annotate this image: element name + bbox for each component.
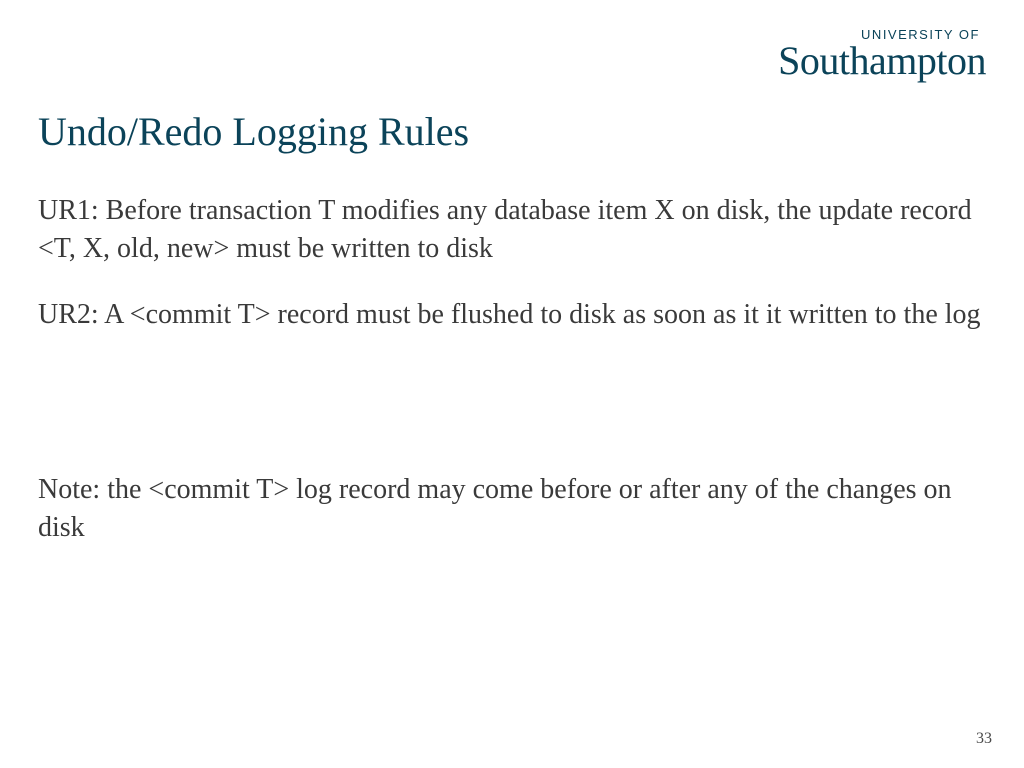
rule-ur1: UR1: Before transaction T modifies any d… [38, 192, 986, 268]
university-logo: UNIVERSITY OF Southampton [778, 28, 986, 81]
note-text: Note: the <commit T> log record may come… [38, 471, 986, 547]
slide-title: Undo/Redo Logging Rules [38, 108, 469, 155]
rule-ur2: UR2: A <commit T> record must be flushed… [38, 296, 986, 334]
slide: UNIVERSITY OF Southampton Undo/Redo Logg… [0, 0, 1024, 768]
spacer [38, 361, 986, 471]
slide-body: UR1: Before transaction T modifies any d… [38, 192, 986, 575]
logo-main-text: Southampton [778, 41, 986, 81]
page-number: 33 [976, 730, 992, 748]
